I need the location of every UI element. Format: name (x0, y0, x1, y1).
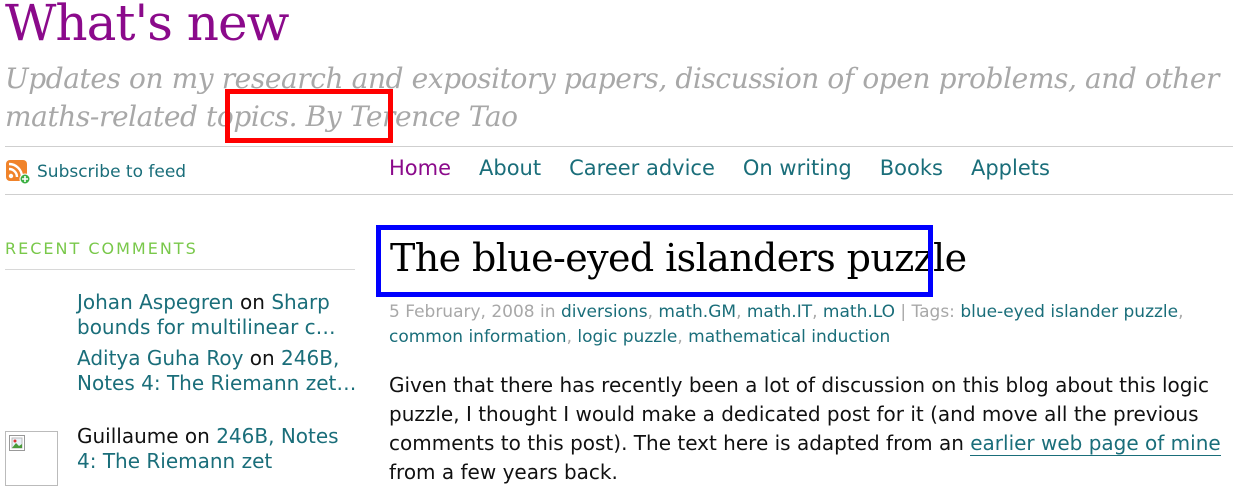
sidebar-divider (5, 269, 355, 270)
tag-link[interactable]: mathematical induction (688, 327, 890, 347)
post-body: Given that there has recently been a lot… (389, 371, 1231, 487)
earlier-web-page-link[interactable]: earlier web page of mine (970, 431, 1221, 456)
nav-career-advice[interactable]: Career advice (569, 156, 715, 180)
avatar (5, 431, 58, 486)
tag-link[interactable]: logic puzzle (577, 327, 677, 347)
nav-on-writing[interactable]: On writing (743, 156, 852, 180)
recent-comment: Johan Aspegren on Sharp bounds for multi… (77, 290, 362, 340)
nav-books[interactable]: Books (880, 156, 943, 180)
recent-comment: Aditya Guha Roy on 246B, Notes 4: The Ri… (77, 346, 362, 396)
post-date: 5 February, 2008 (389, 302, 535, 322)
nav-divider (5, 194, 1233, 195)
comment-author-text: Guillaume (77, 424, 179, 448)
post-body-text: from a few years back. (389, 460, 618, 484)
post-in-text: in (534, 302, 561, 322)
tagline-text: Updates on my research and expository pa… (5, 62, 1220, 133)
tag-link[interactable]: blue-eyed islander puzzle (960, 302, 1178, 322)
tag-link[interactable]: common information (389, 327, 567, 347)
rss-feed-icon (5, 159, 31, 185)
nav-applets[interactable]: Applets (971, 156, 1050, 180)
recent-comments-heading: RECENT COMMENTS (5, 239, 198, 258)
category-link[interactable]: math.LO (823, 302, 895, 322)
subscribe-to-feed-link[interactable]: Subscribe to feed (5, 159, 186, 185)
post-title-highlight-box (376, 225, 933, 297)
recent-comment: Guillaume on 246B, Notes 4: The Riemann … (77, 424, 362, 474)
blog-tagline: Updates on my research and expository pa… (5, 60, 1230, 136)
category-link[interactable]: math.GM (658, 302, 736, 322)
author-highlight-box (225, 89, 393, 143)
tags-label: | Tags: (895, 302, 961, 322)
main-nav: Home About Career advice On writing Book… (389, 156, 1050, 180)
header-divider (5, 146, 1233, 147)
comment-author-link[interactable]: Johan Aspegren (77, 290, 234, 314)
blog-title[interactable]: What's new (5, 0, 289, 52)
category-link[interactable]: diversions (561, 302, 648, 322)
comment-author-link[interactable]: Aditya Guha Roy (77, 346, 243, 370)
nav-about[interactable]: About (479, 156, 541, 180)
nav-home[interactable]: Home (389, 156, 451, 180)
broken-image-icon (9, 435, 25, 451)
comment-on-text: on (233, 290, 272, 314)
comment-on-text: on (178, 424, 217, 448)
subscribe-label: Subscribe to feed (37, 162, 187, 182)
category-link[interactable]: math.IT (747, 302, 812, 322)
post-meta: 5 February, 2008 in diversions, math.GM,… (389, 302, 1184, 347)
comment-on-text: on (243, 346, 282, 370)
